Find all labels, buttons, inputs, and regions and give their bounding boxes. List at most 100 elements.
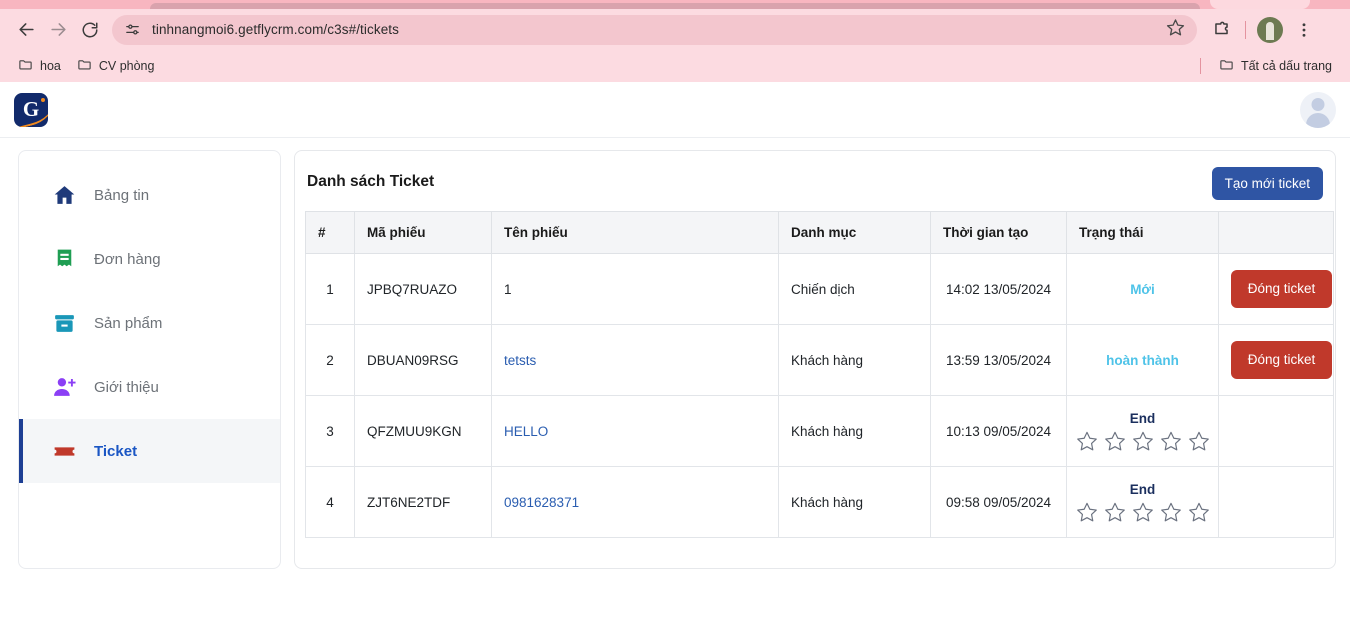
table-row: 2 DBUAN09RSG tetsts Khách hàng 13:59 13/05/2… [305,324,1334,396]
folder-icon [77,57,92,75]
status-badge: Mới [1130,281,1155,297]
forward-button[interactable] [42,14,74,46]
forward-arrow-icon [49,20,68,39]
chrome-menu-button[interactable] [1288,14,1320,46]
reload-icon [81,21,99,39]
cell-action: Đóng ticket [1218,253,1334,325]
cell-index: 3 [305,395,355,467]
cell-category: Chiến dịch [778,253,931,325]
tab-strip [0,0,1350,9]
cell-code: ZJT6NE2TDF [354,466,492,538]
ticket-name-link[interactable]: 1 [504,282,512,297]
table-body: 1 JPBQ7RUAZO 1 Chiến dịch 14:02 13/05/2024 Mớ… [305,253,1334,538]
bookmark-label: CV phòng [98,59,155,73]
toolbar-divider [1245,20,1246,39]
folder-icon [18,57,33,75]
three-dot-menu-icon [1295,21,1313,39]
cell-name: tetsts [491,324,779,396]
all-bookmarks-button[interactable]: Tất cả dấu trang [1211,54,1340,78]
ticket-name-link[interactable]: 0981628371 [504,495,579,510]
star-rating-icon[interactable] [1076,430,1098,452]
star-rating-icon[interactable] [1160,430,1182,452]
add-person-icon [51,374,77,400]
browser-toolbar: tinhnangmoi6.getflycrm.com/c3s#/tickets [0,9,1350,50]
getfly-logo-icon[interactable]: G [14,92,48,127]
star-rating-icon[interactable] [1132,430,1154,452]
cell-index: 1 [305,253,355,325]
box-icon [51,310,77,336]
ticket-name-link[interactable]: tetsts [504,353,536,368]
active-tab[interactable] [150,3,1200,9]
table-row: 4 ZJT6NE2TDF 0981628371 Khách hàng 09:58 09/… [305,466,1334,538]
star-icon[interactable] [1166,18,1185,42]
close-ticket-button[interactable]: Đóng ticket [1231,341,1332,379]
cell-action: Đóng ticket [1218,324,1334,396]
bookmarks-divider [1199,58,1201,74]
status-label: End [1129,481,1156,497]
status-label: End [1129,410,1156,426]
sidebar-item-don-hang[interactable]: Đơn hàng [19,227,280,291]
table-row: 1 JPBQ7RUAZO 1 Chiến dịch 14:02 13/05/2024 Mớ… [305,253,1334,325]
sidebar-item-label: Đơn hàng [94,250,161,268]
column-header-category: Danh mục [778,211,931,254]
star-rating[interactable] [1076,501,1209,523]
extensions-button[interactable] [1205,14,1237,46]
star-rating-icon[interactable] [1188,501,1210,523]
cell-status: Mới [1066,253,1219,325]
status-badge: hoàn thành [1106,352,1179,368]
all-bookmarks-group: Tất cả dấu trang [1199,54,1340,78]
star-rating-icon[interactable] [1104,501,1126,523]
column-header-created: Thời gian tạo [930,211,1067,254]
cell-created: 09:58 09/05/2024 [930,466,1067,538]
close-ticket-button[interactable]: Đóng ticket [1231,270,1332,308]
star-rating-icon[interactable] [1188,430,1210,452]
create-ticket-button[interactable]: Tạo mới ticket [1211,167,1323,200]
app-header: G [0,82,1350,138]
cell-status: End [1066,395,1219,467]
bookmark-item-hoa[interactable]: hoa [10,54,69,78]
star-rating-icon[interactable] [1104,430,1126,452]
cell-code: JPBQ7RUAZO [354,253,492,325]
cell-category: Khách hàng [778,324,931,396]
card-header: Danh sách Ticket Tạo mới ticket [305,167,1325,211]
browser-window: tinhnangmoi6.getflycrm.com/c3s#/tickets [0,0,1350,619]
tab-strip-gap [1210,0,1310,9]
sidebar-item-bang-tin[interactable]: Bảng tin [19,163,280,227]
cell-status: hoàn thành [1066,324,1219,396]
cell-name: 1 [491,253,779,325]
home-icon [51,182,77,208]
page-title: Danh sách Ticket [307,173,435,190]
table-row: 3 QFZMUU9KGN HELLO Khách hàng 10:13 09/05/20… [305,395,1334,467]
column-header-code: Mã phiếu [354,211,492,254]
star-rating-icon[interactable] [1132,501,1154,523]
all-bookmarks-label: Tất cả dấu trang [1240,59,1332,73]
sidebar-item-label: Sản phẩm [94,314,163,332]
bookmark-item-cv-phong[interactable]: CV phòng [69,54,163,78]
bookmarks-bar: hoa CV phòng Tất cả dấu trang [0,50,1350,82]
page-content: Bảng tin Đơn hàng Sản phẩm Giới thiệu Ti… [0,138,1350,569]
star-rating-icon[interactable] [1076,501,1098,523]
toolbar-right-group [1205,14,1320,46]
site-settings-icon[interactable] [124,21,142,39]
address-bar[interactable]: tinhnangmoi6.getflycrm.com/c3s#/tickets [112,14,1197,45]
user-avatar[interactable] [1300,91,1336,128]
back-button[interactable] [10,14,42,46]
sidebar-item-san-pham[interactable]: Sản phẩm [19,291,280,355]
avatar-head [1311,97,1325,111]
bookmark-label: hoa [40,59,61,73]
ticket-list-card: Danh sách Ticket Tạo mới ticket # Mã phi… [294,150,1336,569]
star-rating-icon[interactable] [1160,501,1182,523]
cell-category: Khách hàng [778,466,931,538]
sidebar-item-gioi-thieu[interactable]: Giới thiệu [19,355,280,419]
reload-button[interactable] [74,14,106,46]
table-head: # Mã phiếu Tên phiếu Danh mục Thời gian … [305,211,1334,254]
column-header-index: # [305,211,355,254]
sidebar-item-ticket[interactable]: Ticket [19,419,280,483]
profile-button[interactable] [1254,14,1286,46]
ticket-name-link[interactable]: HELLO [504,424,548,439]
url-text: tinhnangmoi6.getflycrm.com/c3s#/tickets [152,22,399,37]
cell-name: HELLO [491,395,779,467]
column-header-status: Trạng thái [1066,211,1219,254]
star-rating[interactable] [1076,430,1209,452]
cell-index: 4 [305,466,355,538]
